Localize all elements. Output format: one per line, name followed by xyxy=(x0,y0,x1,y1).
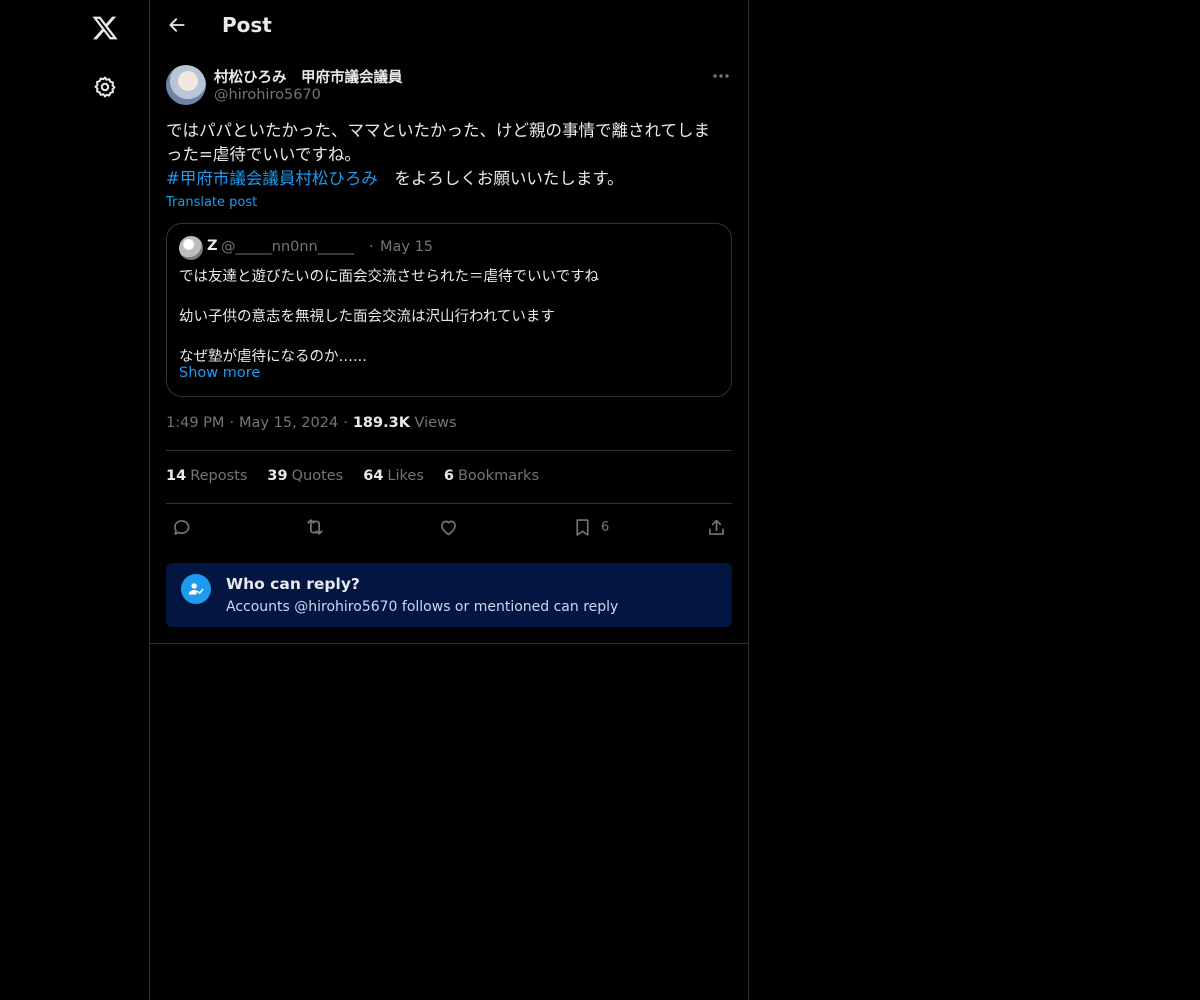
translate-post-link[interactable]: Translate post xyxy=(166,195,257,210)
post-text-line: #甲府市議会議員村松ひろみ をよろしくお願いいたします。 xyxy=(166,167,736,191)
author-avatar[interactable] xyxy=(166,65,206,105)
reposts-stat[interactable]: 14 Reposts xyxy=(166,468,247,484)
hashtag-link[interactable]: #甲府市議会議員村松ひろみ xyxy=(166,169,378,188)
share-icon xyxy=(709,519,724,535)
post-date[interactable]: May 15, 2024 xyxy=(239,415,338,431)
share-button[interactable] xyxy=(706,512,727,542)
quoted-text-line: なぜ塾が虐待になるのか…... xyxy=(179,349,367,365)
post-text-line: ではパパといたかった、ママといたかった、けど親の事情で離されてしま xyxy=(166,121,711,140)
reposts-label: Reposts xyxy=(190,468,248,484)
likes-count: 64 xyxy=(363,468,384,484)
divider xyxy=(166,503,732,504)
reply-restriction-subtitle: Accounts @hirohiro5670 follows or mentio… xyxy=(226,599,619,615)
bookmark-icon xyxy=(576,518,589,536)
page-title: Post xyxy=(222,13,272,37)
quoted-separator: · xyxy=(369,239,374,255)
like-button[interactable] xyxy=(438,512,459,542)
post-text-tail: をよろしくお願いいたします。 xyxy=(377,169,624,188)
show-more-link[interactable]: Show more xyxy=(179,365,260,381)
reply-restriction-title: Who can reply? xyxy=(226,575,360,593)
likes-stat[interactable]: 64 Likes xyxy=(363,468,424,484)
quoted-author-name: Z xyxy=(207,238,218,254)
divider xyxy=(150,643,748,644)
meta-separator: · xyxy=(229,415,235,431)
likes-label: Likes xyxy=(387,468,424,484)
quoted-author-handle: @_____nn0nn_____ xyxy=(221,239,354,255)
bookmarks-stat[interactable]: 6 Bookmarks xyxy=(444,468,539,484)
reposts-count: 14 xyxy=(166,468,187,484)
post-author: 村松ひろみ 甲府市議会議員 @hirohiro5670 xyxy=(166,65,734,107)
more-options-icon[interactable] xyxy=(708,65,734,87)
repost-button[interactable] xyxy=(304,512,326,542)
x-logo-icon[interactable] xyxy=(83,6,127,50)
meta-separator: · xyxy=(343,415,348,431)
person-check-icon xyxy=(181,574,211,604)
bookmark-button[interactable]: 6 xyxy=(572,512,609,542)
post-text: ではパパといたかった、ママといたかった、けど親の事情で離されてしま った=虐待で… xyxy=(166,119,736,191)
quoted-author-avatar xyxy=(179,236,203,260)
bookmark-count: 6 xyxy=(601,519,610,535)
views-label: Views xyxy=(414,415,457,431)
post-metadata: 1:49 PM · May 15, 2024 · 189.3K Views xyxy=(166,415,457,431)
quotes-count: 39 xyxy=(267,468,288,484)
post-detail-column: Post 村松ひろみ 甲府市議会議員 @hirohiro5670 ではパパといた… xyxy=(149,0,749,1000)
like-icon xyxy=(441,520,456,535)
views-count: 189.3K xyxy=(352,415,410,431)
reply-button[interactable] xyxy=(171,512,192,542)
post-page-header: Post xyxy=(150,0,748,54)
settings-gear-icon[interactable] xyxy=(83,65,127,109)
quotes-label: Quotes xyxy=(291,468,344,484)
post-time[interactable]: 1:49 PM xyxy=(166,415,224,431)
quoted-text-line: では友達と遊びたいのに面会交流させられた＝虐待でいいですね xyxy=(179,269,600,285)
reply-restriction-notice: Who can reply? Accounts @hirohiro5670 fo… xyxy=(166,563,732,627)
quoted-date: May 15 xyxy=(380,239,434,255)
quoted-post[interactable]: Z @_____nn0nn_____ · May 15 では友達と遊びたいのに面… xyxy=(166,223,732,397)
author-name[interactable]: 村松ひろみ 甲府市議会議員 xyxy=(214,66,403,87)
divider xyxy=(166,450,732,451)
bookmarks-label: Bookmarks xyxy=(457,468,539,484)
reply-icon xyxy=(174,519,190,535)
left-navigation-rail xyxy=(0,0,150,1000)
post-stats: 14 Reposts 39 Quotes 64 Likes 6 Bookmarks xyxy=(166,468,559,484)
quotes-stat[interactable]: 39 Quotes xyxy=(267,468,343,484)
post-action-bar: 6 xyxy=(166,512,732,542)
post-text-line: った=虐待でいいですね。 xyxy=(166,145,361,164)
back-arrow-icon[interactable] xyxy=(159,7,195,43)
bookmarks-count: 6 xyxy=(443,468,454,484)
quoted-text-line: 幼い子供の意志を無視した面会交流は沢山行われています xyxy=(179,309,555,325)
author-handle[interactable]: @hirohiro5670 xyxy=(214,87,321,103)
repost-icon xyxy=(307,519,323,535)
